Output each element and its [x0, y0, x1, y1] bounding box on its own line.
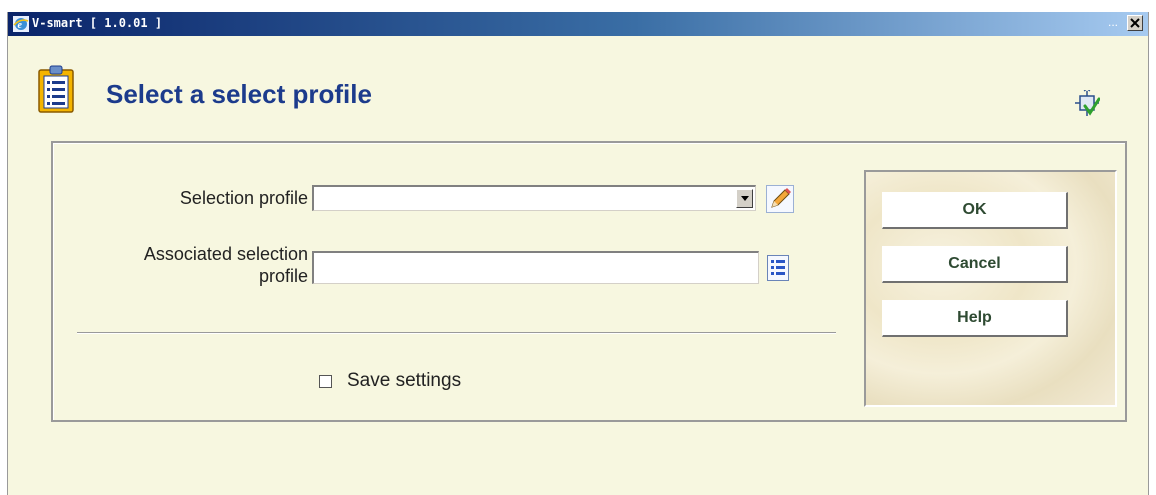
associated-label-line2: profile: [258, 266, 308, 286]
selection-profile-select[interactable]: [312, 185, 756, 211]
window-title: V-smart [ 1.0.01 ]: [32, 16, 163, 30]
form-panel: Selection profile Associated selection p…: [51, 141, 1127, 422]
associated-label-line1: Associated selection: [143, 244, 308, 264]
help-button[interactable]: Help: [882, 300, 1068, 337]
list-picker-icon[interactable]: [767, 255, 789, 281]
save-settings-label: Save settings: [347, 370, 462, 391]
window-titlebar: e V-smart [ 1.0.01 ] ...: [8, 12, 1148, 36]
browser-icon: e: [13, 16, 29, 32]
page-title: Select a select profile: [106, 79, 372, 109]
close-icon: [1130, 18, 1140, 28]
divider: [77, 332, 836, 334]
save-settings-checkbox[interactable]: [319, 375, 332, 388]
close-button[interactable]: [1127, 15, 1143, 31]
app-window: e V-smart [ 1.0.01 ] ... Select a select…: [7, 12, 1149, 495]
settings-check-icon[interactable]: [1074, 90, 1100, 118]
window-dots: ...: [1107, 15, 1118, 29]
chevron-down-icon[interactable]: [736, 189, 753, 208]
button-panel: OK Cancel Help: [864, 170, 1117, 407]
associated-selection-profile-input[interactable]: [312, 251, 759, 284]
clipboard-list-icon: [38, 65, 74, 113]
edit-pencil-icon[interactable]: [766, 185, 794, 213]
associated-selection-profile-label: Associated selection profile: [144, 243, 308, 287]
ok-button[interactable]: OK: [882, 192, 1068, 229]
selection-profile-label: Selection profile: [179, 188, 308, 208]
cancel-button[interactable]: Cancel: [882, 246, 1068, 283]
